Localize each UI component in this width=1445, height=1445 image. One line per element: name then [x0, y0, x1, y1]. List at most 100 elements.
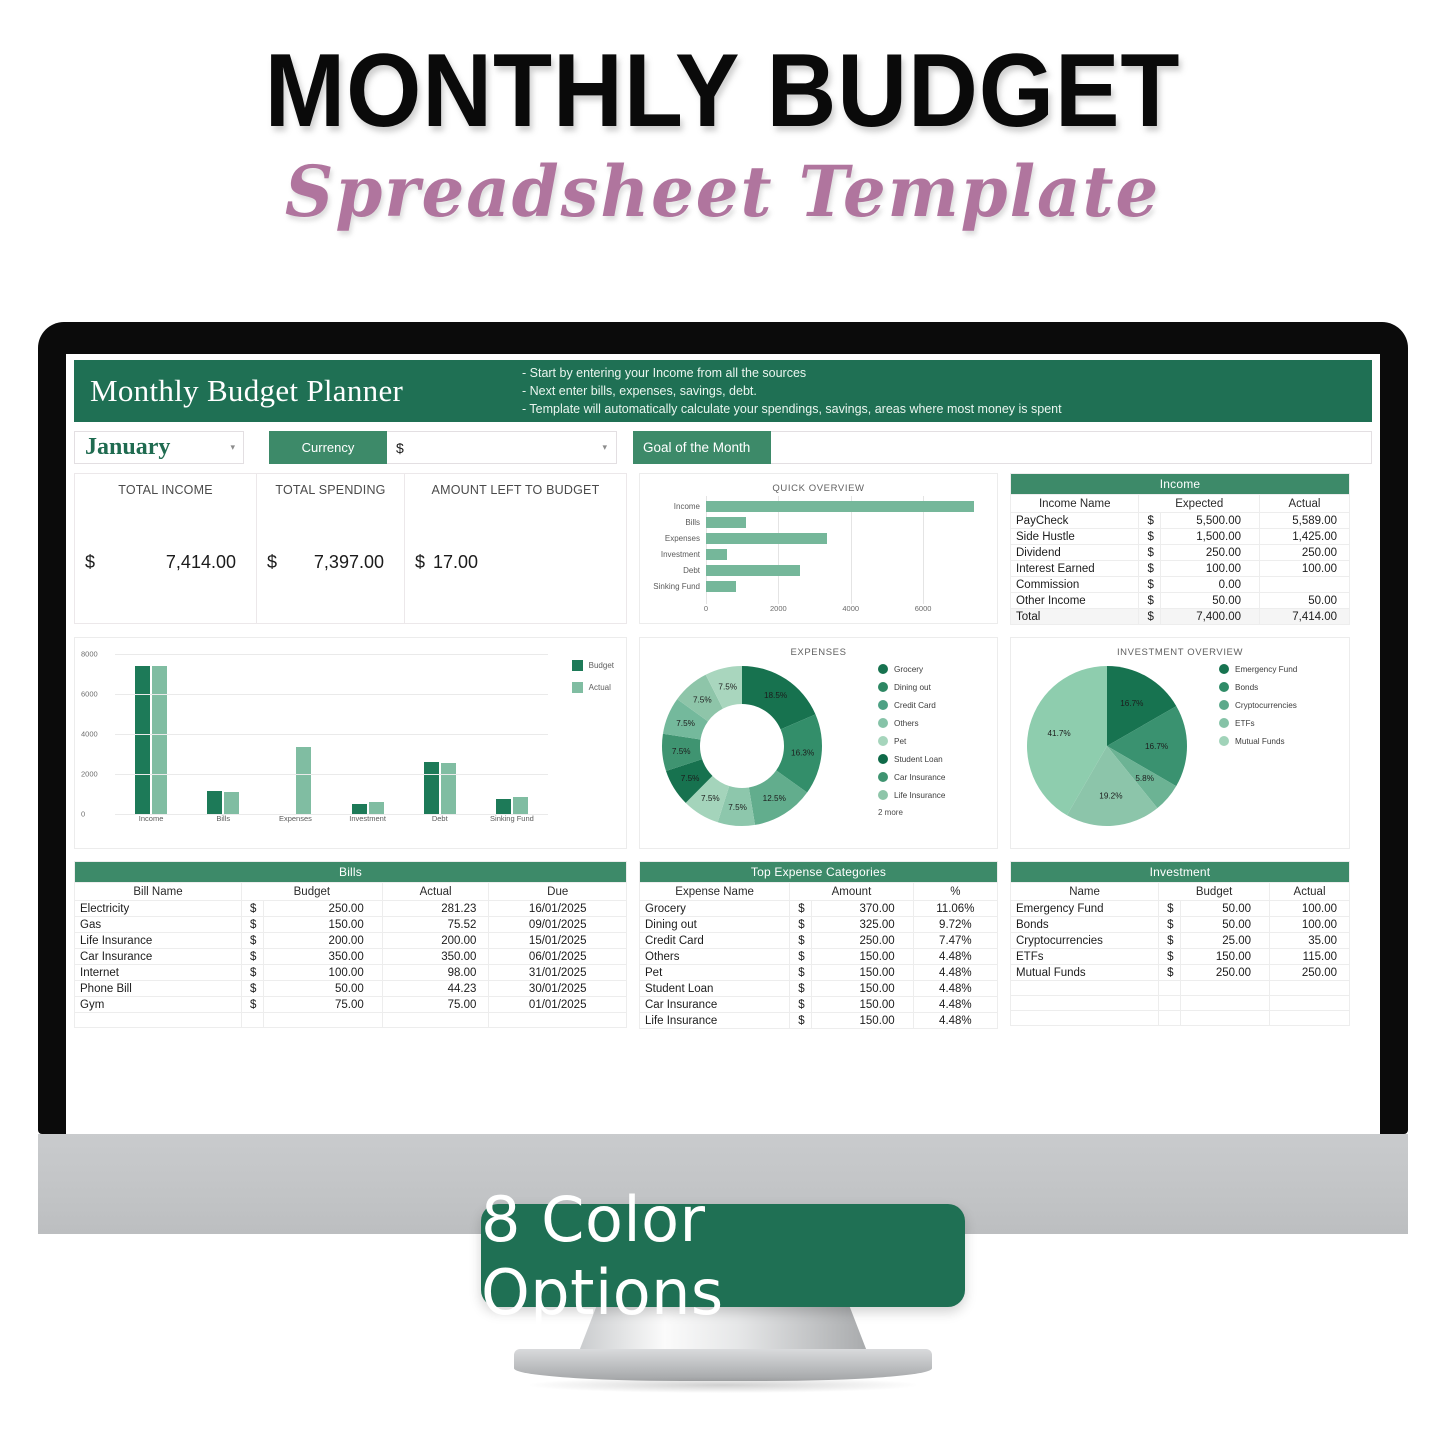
legend-dot: [878, 718, 888, 728]
expenses-donut-chart: EXPENSES 18.5% 16.3% 12.5% 7.5% 7.5% 7.5% 7.5%…: [639, 637, 998, 849]
expense-row-name: Car Insurance: [638, 996, 791, 1013]
legend-label: Cryptocurrencies: [1235, 700, 1297, 710]
expense-row-currency: $: [789, 1012, 813, 1029]
dashboard-row-3: Bills Bill Name Budget Actual Due Electr…: [74, 861, 1372, 1029]
expense-row-amount: 150.00: [811, 996, 914, 1013]
month-dropdown[interactable]: January ▾: [74, 431, 244, 464]
investment-row-actual: 250.00: [1269, 964, 1350, 981]
expense-row-currency: $: [789, 932, 813, 949]
investment-row-currency: $: [1158, 916, 1182, 933]
table-row: Other Income $50.00 50.00: [1009, 592, 1350, 609]
total-spending-value: 7,397.00: [313, 552, 384, 572]
expenses-slice-label: 18.5%: [764, 691, 787, 700]
expense-row-pct: 4.48%: [912, 1012, 999, 1029]
budget-actual-panel: 0 2000 4000 6000 8000 Income Bills Expenses Inv…: [74, 637, 627, 849]
legend-item: Credit Card: [878, 700, 945, 710]
legend-item: Life Insurance: [878, 790, 945, 800]
bill-row-currency: $: [241, 964, 264, 981]
investment-row-budget: 250.00: [1180, 964, 1271, 981]
investment-row-currency: $: [1158, 948, 1182, 965]
bill-row-actual: 75.52: [381, 916, 490, 933]
empty-cell: [1158, 1010, 1182, 1026]
total-income-currency: $: [85, 552, 96, 572]
axis-tick-label: 2000: [81, 769, 98, 779]
income-row-name: Other Income: [1009, 592, 1140, 609]
legend-item: Actual: [571, 682, 614, 693]
legend-item: Bonds: [1219, 682, 1297, 692]
bill-row-due: 09/01/2025: [488, 916, 627, 933]
income-col-actual: Actual: [1259, 494, 1350, 513]
investment-row-name: Bonds: [1009, 916, 1160, 933]
investment-row-actual: 35.00: [1269, 932, 1350, 949]
total-spending-cell: TOTAL SPENDING $ 7,397.00: [257, 474, 405, 623]
investment-row-currency: $: [1158, 900, 1182, 917]
empty-cell: [1269, 995, 1350, 1011]
expenses-legend: Grocery Dining out Credit Card Others Pet Stu…: [878, 664, 945, 817]
investment-table-panel: Investment Name Budget Actual Emergency …: [1009, 861, 1350, 1029]
expense-row-currency: $: [789, 900, 813, 917]
sheet-title: Monthly Budget Planner: [90, 373, 404, 408]
income-row-actual: 50.00: [1259, 592, 1350, 609]
bill-row-budget: 50.00: [263, 980, 383, 997]
goal-input[interactable]: [771, 431, 1372, 464]
quick-overview-bar: [706, 548, 728, 560]
legend-dot: [1219, 736, 1229, 746]
investment-row-name: ETFs: [1009, 948, 1160, 965]
bill-row-due: 15/01/2025: [488, 932, 627, 949]
legend-dot: [878, 790, 888, 800]
currency-dropdown[interactable]: $ ▾: [387, 431, 617, 464]
table-row-empty: [74, 1012, 627, 1028]
table-row: ETFs $150.00 115.00: [1009, 948, 1350, 965]
expense-row-pct: 4.48%: [912, 996, 999, 1013]
expense-col-pct: %: [912, 882, 999, 901]
income-row-currency: $: [1138, 528, 1162, 545]
table-row: Car Insurance $350.00 350.00 06/01/2025: [74, 948, 627, 965]
empty-cell: [241, 1012, 264, 1028]
axis-tick-label: 0: [81, 809, 86, 819]
dashboard-row-2: 0 2000 4000 6000 8000 Income Bills Expenses Inv…: [74, 637, 1372, 849]
empty-cell: [381, 1012, 490, 1028]
instruction-line-2: - Next enter bills, expenses, savings, d…: [522, 383, 757, 398]
income-row-expected: 100.00: [1160, 560, 1261, 577]
color-options-label: 8 Color Options: [481, 1182, 724, 1329]
legend-item: Grocery: [878, 664, 945, 674]
legend-dot: [878, 754, 888, 764]
investment-col-budget: Budget: [1158, 882, 1271, 901]
empty-cell: [1009, 980, 1160, 996]
expenses-panel: EXPENSES 18.5% 16.3% 12.5% 7.5% 7.5% 7.5% 7.5%…: [639, 637, 998, 849]
quick-overview-category-label: Investment: [660, 549, 700, 559]
table-row: Life Insurance $200.00 200.00 15/01/2025: [74, 932, 627, 949]
summary-panel: TOTAL INCOME $ 7,414.00 TOTAL SPENDING $…: [74, 473, 627, 625]
income-table-title: Income: [1010, 473, 1350, 495]
gridline: [115, 694, 548, 695]
bills-col-due: Due: [488, 882, 627, 901]
investment-row-actual: 100.00: [1269, 900, 1350, 917]
bill-row-budget: 75.00: [263, 996, 383, 1013]
gridline: [115, 774, 548, 775]
investment-row-budget: 50.00: [1180, 900, 1271, 917]
table-row: Car Insurance $150.00 4.48%: [638, 996, 999, 1013]
axis-category-label: Expenses: [278, 814, 312, 823]
monitor-base-shadow: [530, 1377, 916, 1393]
table-row: Internet $100.00 98.00 31/01/2025: [74, 964, 627, 981]
quick-overview-bar: [706, 564, 801, 576]
instructions-block: - Start by entering your Income from all…: [514, 364, 1062, 418]
instruction-line-1: - Start by entering your Income from all…: [522, 365, 807, 380]
legend-label: Life Insurance: [894, 790, 946, 800]
quick-overview-bar: [706, 500, 975, 512]
expenses-chart-title: EXPENSES: [790, 647, 847, 658]
bill-row-name: Electricity: [74, 900, 242, 917]
income-table: Income Income Name Expected Actual PayCh…: [1009, 473, 1350, 625]
quick-overview-bar-row: Bills: [640, 514, 997, 530]
investment-row-currency: $: [1158, 964, 1182, 981]
legend-dot: [1219, 664, 1229, 674]
expense-row-name: Grocery: [638, 900, 791, 917]
expense-row-name: Credit Card: [638, 932, 791, 949]
bill-row-actual: 281.23: [381, 900, 490, 917]
income-row-expected: 1,500.00: [1160, 528, 1261, 545]
bills-col-name: Bill Name: [74, 882, 242, 901]
expense-col-name: Expense Name: [638, 882, 791, 901]
bill-row-budget: 250.00: [263, 900, 383, 917]
legend-more-label[interactable]: 2 more: [878, 808, 945, 817]
legend-item: Others: [878, 718, 945, 728]
